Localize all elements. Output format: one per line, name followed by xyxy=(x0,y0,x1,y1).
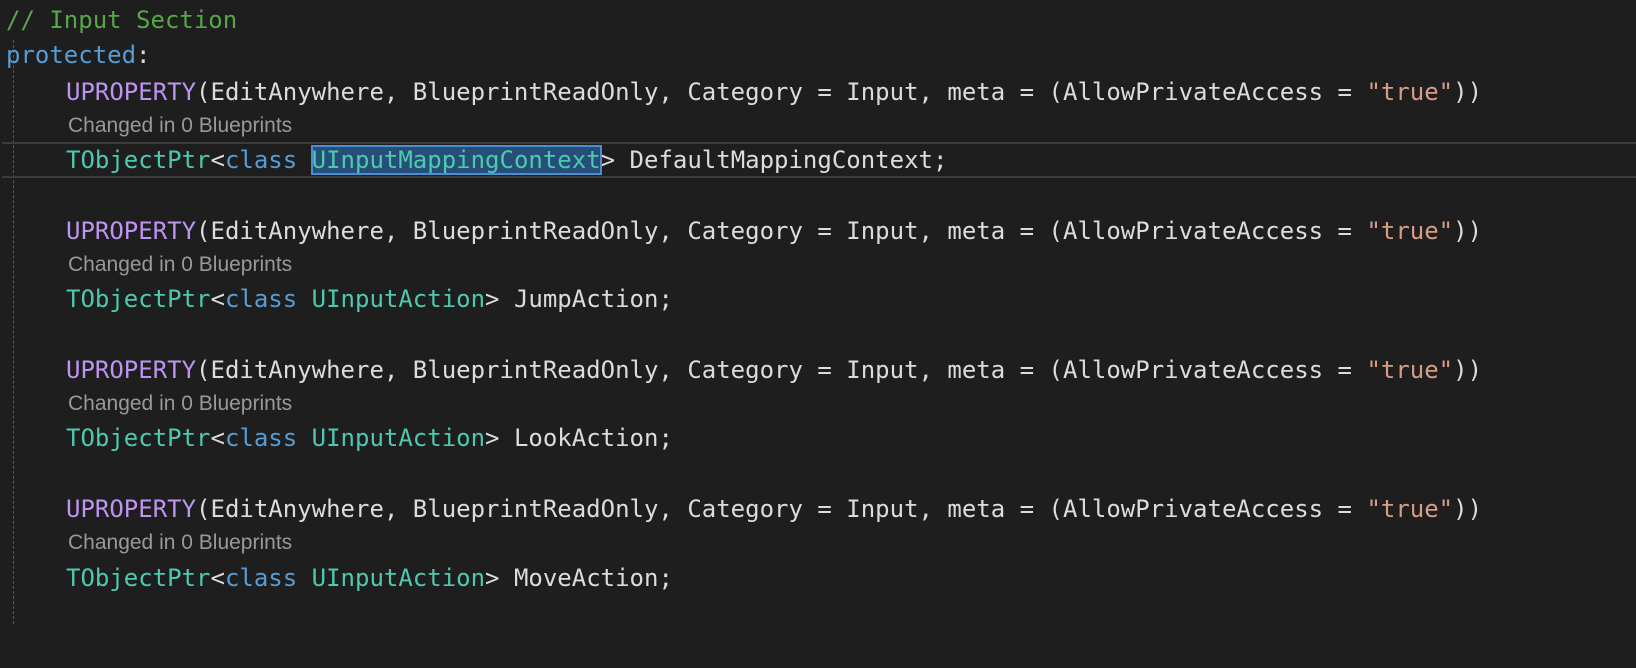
code-line-uproperty-1[interactable]: UPROPERTY(EditAnywhere, BlueprintReadOnl… xyxy=(0,74,1636,110)
declaration-statement: TObjectPtr<class UInputAction> LookActio… xyxy=(66,420,673,456)
uproperty-args: EditAnywhere, BlueprintReadOnly, Categor… xyxy=(210,217,1367,245)
uproperty-args: EditAnywhere, BlueprintReadOnly, Categor… xyxy=(210,495,1367,523)
open-paren: ( xyxy=(196,217,211,245)
declaration-statement: TObjectPtr<class UInputMappingContext> D… xyxy=(66,142,947,178)
angle-close: > xyxy=(485,424,500,452)
angle-close: > xyxy=(485,564,500,592)
angle-close: > xyxy=(485,285,500,313)
selected-type-name[interactable]: UInputMappingContext xyxy=(310,145,602,175)
close-parens: )) xyxy=(1453,217,1483,245)
tobjectptr-type: TObjectPtr xyxy=(66,424,211,452)
angle-open: < xyxy=(210,285,225,313)
tobjectptr-type: TObjectPtr xyxy=(66,285,211,313)
code-line-declaration-4[interactable]: TObjectPtr<class UInputAction> MoveActio… xyxy=(0,560,1636,596)
class-keyword: class xyxy=(224,424,298,452)
code-line-uproperty-2[interactable]: UPROPERTY(EditAnywhere, BlueprintReadOnl… xyxy=(0,213,1636,249)
tobjectptr-type: TObjectPtr xyxy=(66,146,211,174)
open-paren: ( xyxy=(196,356,211,384)
variable-name: LookAction; xyxy=(499,424,673,452)
angle-open: < xyxy=(210,424,225,452)
variable-name: MoveAction; xyxy=(499,564,673,592)
class-keyword: class xyxy=(224,564,298,592)
class-keyword: class xyxy=(224,285,298,313)
string-literal: "true" xyxy=(1366,78,1454,106)
code-line-declaration-1[interactable]: TObjectPtr<class UInputMappingContext> D… xyxy=(2,142,1636,178)
protected-keyword: protected xyxy=(6,41,137,69)
uproperty-args: EditAnywhere, BlueprintReadOnly, Categor… xyxy=(210,356,1367,384)
comment-text: // Input Section xyxy=(6,6,238,34)
close-parens: )) xyxy=(1453,78,1483,106)
code-line-declaration-2[interactable]: TObjectPtr<class UInputAction> JumpActio… xyxy=(0,281,1636,317)
variable-name: JumpAction; xyxy=(499,285,673,313)
uproperty-statement: UPROPERTY(EditAnywhere, BlueprintReadOnl… xyxy=(66,491,1482,527)
class-keyword: class xyxy=(224,146,298,174)
angle-open: < xyxy=(210,564,225,592)
declaration-statement: TObjectPtr<class UInputAction> MoveActio… xyxy=(66,560,673,596)
type-name: UInputAction xyxy=(311,564,486,592)
angle-open: < xyxy=(210,146,225,174)
uproperty-macro: UPROPERTY xyxy=(66,217,197,245)
uproperty-args: EditAnywhere, BlueprintReadOnly, Categor… xyxy=(210,78,1367,106)
uproperty-macro: UPROPERTY xyxy=(66,78,197,106)
colon: : xyxy=(136,41,151,69)
uproperty-macro: UPROPERTY xyxy=(66,495,197,523)
codelens-blueprints-1[interactable]: Changed in 0 Blueprints xyxy=(68,111,292,141)
tobjectptr-type: TObjectPtr xyxy=(66,564,211,592)
access-specifier: protected: xyxy=(6,37,151,73)
code-line-uproperty-3[interactable]: UPROPERTY(EditAnywhere, BlueprintReadOnl… xyxy=(0,352,1636,388)
codelens-blueprints-3[interactable]: Changed in 0 Blueprints xyxy=(68,389,292,419)
uproperty-statement: UPROPERTY(EditAnywhere, BlueprintReadOnl… xyxy=(66,213,1482,249)
code-line-comment[interactable]: // Input Section xyxy=(0,2,1636,38)
open-paren: ( xyxy=(196,78,211,106)
uproperty-statement: UPROPERTY(EditAnywhere, BlueprintReadOnl… xyxy=(66,74,1482,110)
codelens-blueprints-2[interactable]: Changed in 0 Blueprints xyxy=(68,250,292,280)
angle-close: > xyxy=(600,146,616,174)
uproperty-statement: UPROPERTY(EditAnywhere, BlueprintReadOnl… xyxy=(66,352,1482,388)
variable-name: DefaultMappingContext; xyxy=(615,146,948,174)
declaration-statement: TObjectPtr<class UInputAction> JumpActio… xyxy=(66,281,673,317)
codelens-blueprints-4[interactable]: Changed in 0 Blueprints xyxy=(68,528,292,558)
type-name: UInputAction xyxy=(311,285,486,313)
open-paren: ( xyxy=(196,495,211,523)
uproperty-macro: UPROPERTY xyxy=(66,356,197,384)
code-editor[interactable]: // Input Section protected: UPROPERTY(Ed… xyxy=(0,0,1636,624)
code-line-access-specifier[interactable]: protected: xyxy=(0,37,1636,73)
code-line-declaration-3[interactable]: TObjectPtr<class UInputAction> LookActio… xyxy=(0,420,1636,456)
string-literal: "true" xyxy=(1366,495,1454,523)
close-parens: )) xyxy=(1453,356,1483,384)
string-literal: "true" xyxy=(1366,356,1454,384)
string-literal: "true" xyxy=(1366,217,1454,245)
close-parens: )) xyxy=(1453,495,1483,523)
code-line-uproperty-4[interactable]: UPROPERTY(EditAnywhere, BlueprintReadOnl… xyxy=(0,491,1636,527)
type-name: UInputAction xyxy=(311,424,486,452)
